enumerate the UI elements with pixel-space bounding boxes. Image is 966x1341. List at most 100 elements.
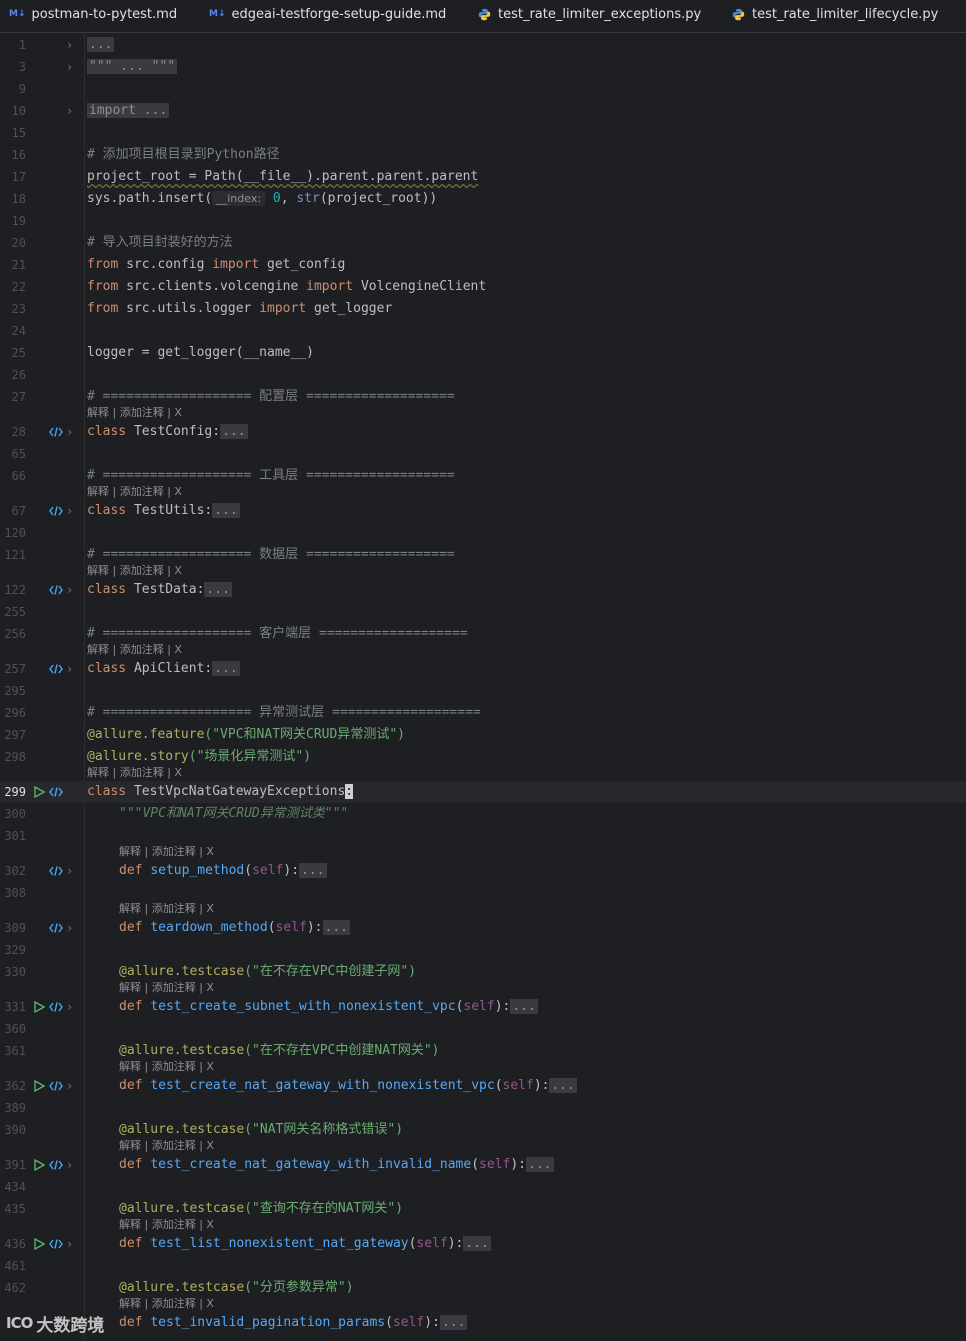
code-line[interactable]: 21 from src.config import get_config bbox=[0, 254, 966, 276]
fold-expand-icon[interactable]: › bbox=[66, 500, 73, 522]
code-line[interactable]: 65 bbox=[0, 443, 966, 465]
code-line[interactable]: 120 bbox=[0, 522, 966, 544]
tab-test-rate-limiter-exceptions[interactable]: test_rate_limiter_exceptions.py bbox=[478, 0, 701, 28]
run-test-icon[interactable] bbox=[33, 1238, 45, 1250]
code-vision-icon[interactable] bbox=[49, 1160, 63, 1170]
code-line[interactable]: 296 # =================== 异常测试层 ========… bbox=[0, 702, 966, 724]
code-vision-icon[interactable] bbox=[49, 506, 63, 516]
code-line[interactable]: 329 bbox=[0, 939, 966, 961]
code-line[interactable]: 19 bbox=[0, 210, 966, 232]
ai-code-hint[interactable]: 解释 | 添加注释 | X bbox=[87, 484, 182, 500]
line-number: 122 bbox=[4, 583, 26, 597]
fold-expand-icon[interactable]: › bbox=[66, 579, 73, 601]
code-line[interactable]: 1 › ... bbox=[0, 34, 966, 56]
fold-expand-icon[interactable]: › bbox=[66, 34, 73, 56]
code-vision-icon[interactable] bbox=[49, 923, 63, 933]
code-vision-icon[interactable] bbox=[49, 1002, 63, 1012]
ai-code-hint[interactable]: 解释 | 添加注释 | X bbox=[87, 642, 182, 658]
folded-region: ... bbox=[220, 424, 248, 439]
folded-docstring[interactable]: """ ... """ bbox=[87, 59, 178, 74]
ai-code-hint[interactable]: 解释 | 添加注释 | X bbox=[87, 765, 182, 781]
code-line[interactable]: 24 bbox=[0, 320, 966, 342]
run-test-icon[interactable] bbox=[33, 1080, 45, 1092]
line-number: 308 bbox=[4, 886, 26, 900]
run-test-icon[interactable] bbox=[33, 1001, 45, 1013]
ai-code-hint[interactable]: 解释 | 添加注释 | X bbox=[119, 1138, 214, 1154]
code-line[interactable]: 16 # 添加项目根目录到Python路径 bbox=[0, 144, 966, 166]
folded-region: ... bbox=[439, 1315, 468, 1330]
code-line[interactable]: 26 bbox=[0, 364, 966, 386]
line-number: 16 bbox=[11, 148, 26, 162]
ai-code-hint[interactable]: 解释 | 添加注释 | X bbox=[119, 1296, 214, 1312]
code-text: def setup_method(self):... bbox=[119, 863, 327, 878]
line-number: 362 bbox=[4, 1079, 26, 1093]
code-line[interactable]: 3 › """ ... """ bbox=[0, 56, 966, 78]
code-line[interactable]: 15 bbox=[0, 122, 966, 144]
code-line[interactable]: 9 bbox=[0, 78, 966, 100]
fold-expand-icon[interactable]: › bbox=[66, 1154, 73, 1176]
code-line[interactable]: 362 › def test_create_nat_gateway_with_n… bbox=[0, 1075, 966, 1097]
fold-expand-icon[interactable]: › bbox=[66, 996, 73, 1018]
code-line[interactable]: 257 › class ApiClient:... bbox=[0, 658, 966, 680]
code-vision-icon[interactable] bbox=[49, 1081, 63, 1091]
code-line[interactable]: 122 › class TestData:... bbox=[0, 579, 966, 601]
code-line[interactable]: 22 from src.clients.volcengine import Vo… bbox=[0, 276, 966, 298]
code-line[interactable]: 391 › def test_create_nat_gateway_with_i… bbox=[0, 1154, 966, 1176]
code-line[interactable]: def test_invalid_pagination_params(self)… bbox=[0, 1312, 966, 1334]
code-vision-icon[interactable] bbox=[49, 1239, 63, 1249]
tab-test-rate-limiter-lifecycle[interactable]: test_rate_limiter_lifecycle.py bbox=[732, 0, 938, 28]
code-line[interactable]: 25 logger = get_logger(__name__) bbox=[0, 342, 966, 364]
code-line[interactable]: 28 › class TestConfig:... bbox=[0, 421, 966, 443]
code-vision-icon[interactable] bbox=[49, 787, 63, 797]
fold-expand-icon[interactable]: › bbox=[66, 1233, 73, 1255]
ai-code-hint[interactable]: 解释 | 添加注释 | X bbox=[119, 1059, 214, 1075]
code-vision-icon[interactable] bbox=[49, 664, 63, 674]
code-line[interactable]: 360 bbox=[0, 1018, 966, 1040]
code-line[interactable]: 300 """VPC和NAT网关CRUD异常测试类""" bbox=[0, 803, 966, 825]
code-line[interactable]: 10 › import ... bbox=[0, 100, 966, 122]
ai-code-hint[interactable]: 解释 | 添加注释 | X bbox=[87, 563, 182, 579]
folded-imports[interactable]: import ... bbox=[87, 103, 170, 118]
fold-expand-icon[interactable]: › bbox=[66, 100, 73, 122]
tab-edgeai-testforge-setup-guide[interactable]: M↓ edgeai-testforge-setup-guide.md bbox=[209, 0, 446, 28]
code-vision-icon[interactable] bbox=[49, 585, 63, 595]
code-line[interactable]: 295 bbox=[0, 680, 966, 702]
code-line[interactable]: 389 bbox=[0, 1097, 966, 1119]
code-line[interactable]: 297 @allure.feature("VPC和NAT网关CRUD异常测试") bbox=[0, 724, 966, 746]
fold-expand-icon[interactable]: › bbox=[66, 56, 73, 78]
fold-expand-icon[interactable]: › bbox=[66, 421, 73, 443]
ai-code-hint[interactable]: 解释 | 添加注释 | X bbox=[87, 405, 182, 421]
code-line[interactable]: 67 › class TestUtils:... bbox=[0, 500, 966, 522]
run-test-icon[interactable] bbox=[33, 1159, 45, 1171]
code-line[interactable]: 436 › def test_list_nonexistent_nat_gate… bbox=[0, 1233, 966, 1255]
watermark: ICO 大数跨境 bbox=[6, 1308, 104, 1338]
fold-expand-icon[interactable]: › bbox=[66, 658, 73, 680]
tab-postman-to-pytest[interactable]: M↓ postman-to-pytest.md bbox=[9, 0, 177, 28]
code-line[interactable]: 17 project_root = Path(__file__).parent.… bbox=[0, 166, 966, 188]
run-test-icon[interactable] bbox=[33, 786, 45, 798]
fold-expand-icon[interactable]: › bbox=[66, 860, 73, 882]
code-line[interactable]: 23 from src.utils.logger import get_logg… bbox=[0, 298, 966, 320]
line-number: 10 bbox=[11, 104, 26, 118]
code-line[interactable]: 20 # 导入项目封装好的方法 bbox=[0, 232, 966, 254]
ai-code-hint[interactable]: 解释 | 添加注释 | X bbox=[119, 844, 214, 860]
fold-expand-icon[interactable]: › bbox=[66, 1075, 73, 1097]
folded-region[interactable]: ... bbox=[87, 37, 115, 52]
code-line[interactable]: 18 sys.path.insert(__index: 0, str(proje… bbox=[0, 188, 966, 210]
code-vision-icon[interactable] bbox=[49, 866, 63, 876]
line-number: 23 bbox=[11, 302, 26, 316]
ai-code-hint[interactable]: 解释 | 添加注释 | X bbox=[119, 1217, 214, 1233]
ai-code-hint[interactable]: 解释 | 添加注释 | X bbox=[119, 980, 214, 996]
ai-code-hint[interactable]: 解释 | 添加注释 | X bbox=[119, 901, 214, 917]
line-number: 295 bbox=[4, 684, 26, 698]
tab-label: postman-to-pytest.md bbox=[31, 6, 178, 22]
code-line[interactable]: 434 bbox=[0, 1176, 966, 1198]
fold-expand-icon[interactable]: › bbox=[66, 917, 73, 939]
code-line[interactable]: 309 › def teardown_method(self):... bbox=[0, 917, 966, 939]
code-line-current[interactable]: 299 class TestVpcNatGatewayExceptions: bbox=[0, 781, 966, 803]
code-line[interactable]: 302 › def setup_method(self):... bbox=[0, 860, 966, 882]
code-line[interactable]: 255 bbox=[0, 601, 966, 623]
code-line[interactable]: 331 › def test_create_subnet_with_nonexi… bbox=[0, 996, 966, 1018]
code-line[interactable]: 461 bbox=[0, 1255, 966, 1277]
code-vision-icon[interactable] bbox=[49, 427, 63, 437]
